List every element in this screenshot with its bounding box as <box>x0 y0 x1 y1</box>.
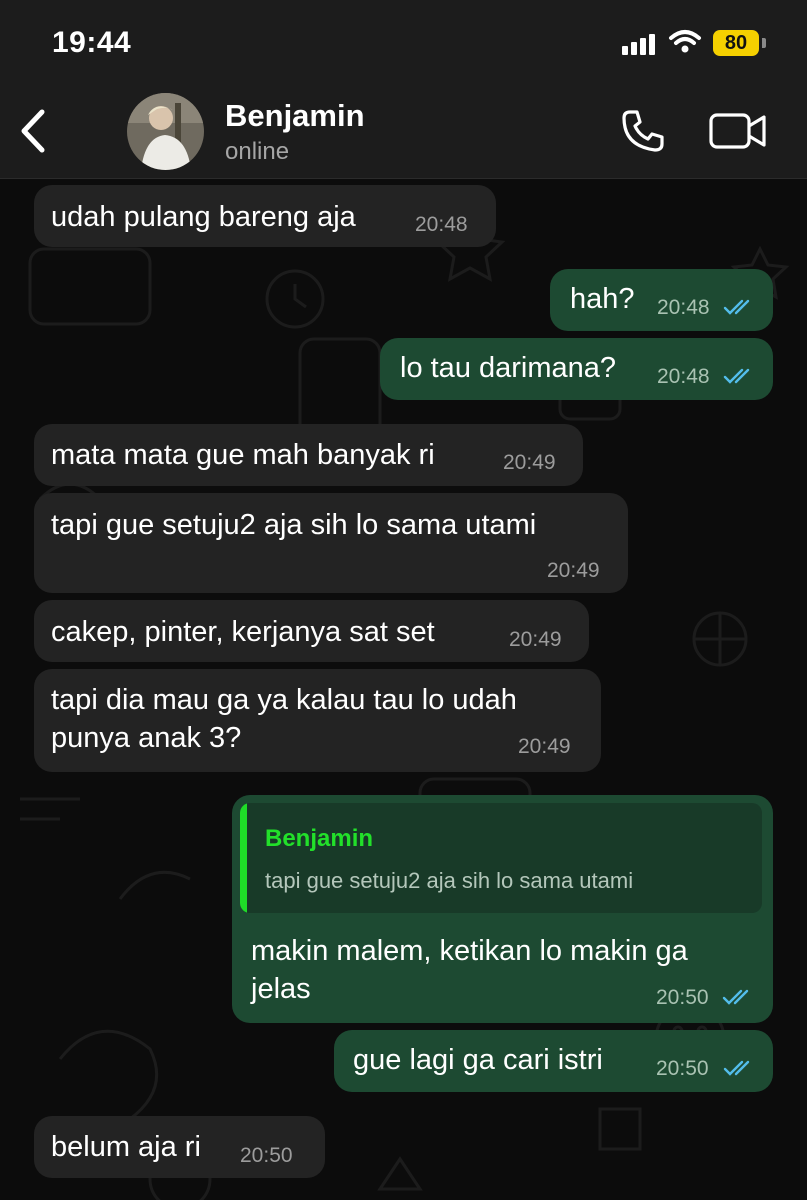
message-time: 20:50 <box>240 1144 293 1167</box>
message-time: 20:48 <box>657 296 710 319</box>
message-text-line: tapi dia mau ga ya kalau tau lo udah <box>51 684 517 716</box>
message-text-line: jelas <box>251 973 311 1005</box>
quote-accent-bar <box>240 803 247 913</box>
quoted-text: tapi gue setuju2 aja sih lo sama utami <box>265 868 634 893</box>
wifi-icon <box>669 30 701 53</box>
message-time: 20:50 <box>656 986 709 1009</box>
chevron-left-icon[interactable] <box>16 108 50 154</box>
message-text: mata mata gue mah banyak ri <box>51 439 435 471</box>
message-text: gue lagi ga cari istri <box>353 1044 603 1076</box>
chat-area[interactable]: udah pulang bareng aja 20:48 hah? 20:48 … <box>0 179 807 1200</box>
message-time: 20:49 <box>547 559 600 582</box>
message-bubble[interactable]: mata mata gue mah banyak ri 20:49 <box>34 424 583 486</box>
message-bubble[interactable]: gue lagi ga cari istri 20:50 <box>334 1030 773 1092</box>
cellular-signal-icon <box>622 34 655 55</box>
message-text: tapi gue setuju2 aja sih lo sama utami <box>51 509 537 541</box>
message-bubble[interactable]: udah pulang bareng aja 20:48 <box>34 185 496 247</box>
message-bubble[interactable]: cakep, pinter, kerjanya sat set 20:49 <box>34 600 589 662</box>
read-ticks-icon <box>722 989 749 1005</box>
avatar[interactable] <box>127 93 204 170</box>
message-text: lo tau darimana? <box>400 352 617 384</box>
phone-icon[interactable] <box>620 108 666 154</box>
status-time: 19:44 <box>52 26 132 59</box>
contact-name[interactable]: Benjamin <box>225 98 365 134</box>
message-bubble[interactable]: Benjamin tapi gue setuju2 aja sih lo sam… <box>232 795 773 1023</box>
read-ticks-icon <box>723 368 750 384</box>
message-bubble[interactable]: lo tau darimana? 20:48 <box>380 338 773 400</box>
chat-header: 19:44 80 Benjamin online <box>0 0 807 179</box>
message-text: belum aja ri <box>51 1131 201 1163</box>
message-time: 20:48 <box>415 213 468 236</box>
message-time: 20:50 <box>656 1057 709 1080</box>
quoted-sender: Benjamin <box>265 825 374 852</box>
read-ticks-icon <box>723 299 750 315</box>
quoted-message[interactable]: Benjamin tapi gue setuju2 aja sih lo sam… <box>240 803 762 913</box>
video-camera-icon[interactable] <box>708 112 768 150</box>
message-text-line: punya anak 3? <box>51 722 242 754</box>
message-text: udah pulang bareng aja <box>51 201 356 233</box>
message-bubble[interactable]: belum aja ri 20:50 <box>34 1116 325 1178</box>
message-bubble[interactable]: tapi gue setuju2 aja sih lo sama utami 2… <box>34 493 628 593</box>
battery-icon: 80 <box>713 30 759 56</box>
message-time: 20:49 <box>503 451 556 474</box>
message-time: 20:48 <box>657 365 710 388</box>
read-ticks-icon <box>723 1060 750 1076</box>
message-time: 20:49 <box>509 628 562 651</box>
message-bubble[interactable]: tapi dia mau ga ya kalau tau lo udah pun… <box>34 669 601 772</box>
contact-status: online <box>225 138 290 165</box>
message-time: 20:49 <box>518 735 571 758</box>
battery-level: 80 <box>724 32 748 54</box>
battery-tip <box>762 38 766 48</box>
message-text: hah? <box>570 283 635 315</box>
message-text-line: makin malem, ketikan lo makin ga <box>251 935 688 967</box>
message-bubble[interactable]: hah? 20:48 <box>550 269 773 331</box>
message-text: cakep, pinter, kerjanya sat set <box>51 616 435 648</box>
